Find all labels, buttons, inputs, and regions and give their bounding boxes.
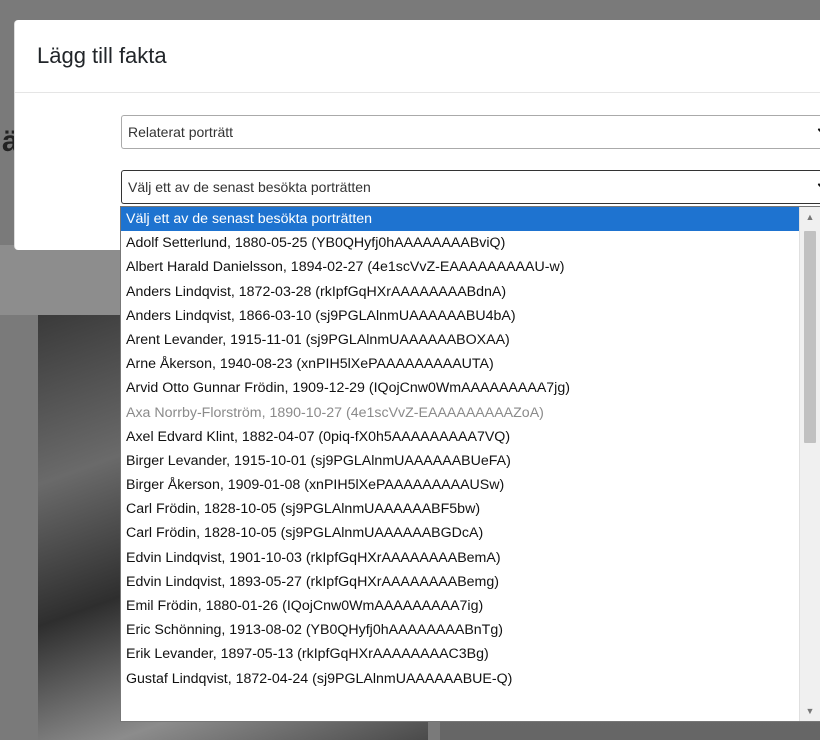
modal-title: Lägg till fakta <box>37 43 167 68</box>
modal-header: Lägg till fakta <box>15 20 820 93</box>
dropdown-option[interactable]: Anders Lindqvist, 1872-03-28 (rkIpfGqHXr… <box>121 280 820 304</box>
dropdown-option[interactable]: Adolf Setterlund, 1880-05-25 (YB0QHyfj0h… <box>121 231 820 255</box>
dropdown-option[interactable]: Carl Frödin, 1828-10-05 (sj9PGLAlnmUAAAA… <box>121 521 820 545</box>
dropdown-option[interactable]: Arne Åkerson, 1940-08-23 (xnPIH5lXePAAAA… <box>121 352 820 376</box>
recent-portrait-select[interactable]: Välj ett av de senast besökta porträtten <box>121 170 820 204</box>
dropdown-option[interactable]: Birger Åkerson, 1909-01-08 (xnPIH5lXePAA… <box>121 473 820 497</box>
dropdown-option[interactable]: Välj ett av de senast besökta porträtten <box>121 207 820 232</box>
scrollbar-thumb[interactable] <box>804 231 816 443</box>
dropdown-scrollbar[interactable]: ▲ ▼ <box>799 207 820 721</box>
dropdown-option[interactable]: Gustaf Lindqvist, 1872-04-24 (sj9PGLAlnm… <box>121 667 820 691</box>
dropdown-option: Axa Norrby-Florström, 1890-10-27 (4e1scV… <box>126 404 544 421</box>
triangle-down-icon[interactable]: ▼ <box>800 703 820 719</box>
fact-type-select[interactable]: Relaterat porträtt <box>121 115 820 149</box>
dropdown-option[interactable]: Birger Levander, 1915-10-01 (sj9PGLAlnmU… <box>121 449 820 473</box>
dropdown-option[interactable]: Emil Frödin, 1880-01-26 (IQojCnw0WmAAAAA… <box>121 594 820 618</box>
recent-portrait-select-value: Välj ett av de senast besökta porträtten <box>128 179 371 195</box>
dropdown-option[interactable]: Carl Frödin, 1828-10-05 (sj9PGLAlnmUAAAA… <box>121 497 820 521</box>
dropdown-option[interactable]: Albert Harald Danielsson, 1894-02-27 (4e… <box>121 255 820 279</box>
triangle-up-icon[interactable]: ▲ <box>800 209 820 225</box>
dropdown-option[interactable]: Eric Schönning, 1913-08-02 (YB0QHyfj0hAA… <box>121 618 820 642</box>
fact-type-select-value: Relaterat porträtt <box>128 124 234 140</box>
dropdown-option[interactable]: Axel Edvard Klint, 1882-04-07 (0piq-fX0h… <box>121 425 820 449</box>
dropdown-option[interactable]: Edvin Lindqvist, 1893-05-27 (rkIpfGqHXrA… <box>121 570 820 594</box>
dropdown-option[interactable]: Edvin Lindqvist, 1901-10-03 (rkIpfGqHXrA… <box>121 546 820 570</box>
dropdown-options: Välj ett av de senast besökta porträtten… <box>121 207 820 691</box>
dropdown-option[interactable]: Anders Lindqvist, 1866-03-10 (sj9PGLAlnm… <box>121 304 820 328</box>
dropdown-option[interactable]: Arvid Otto Gunnar Frödin, 1909-12-29 (IQ… <box>121 376 820 400</box>
dropdown-option[interactable]: Erik Levander, 1897-05-13 (rkIpfGqHXrAAA… <box>121 642 820 666</box>
dropdown-option[interactable]: Arent Levander, 1915-11-01 (sj9PGLAlnmUA… <box>121 328 820 352</box>
portrait-dropdown-list[interactable]: Välj ett av de senast besökta porträtten… <box>120 206 820 722</box>
